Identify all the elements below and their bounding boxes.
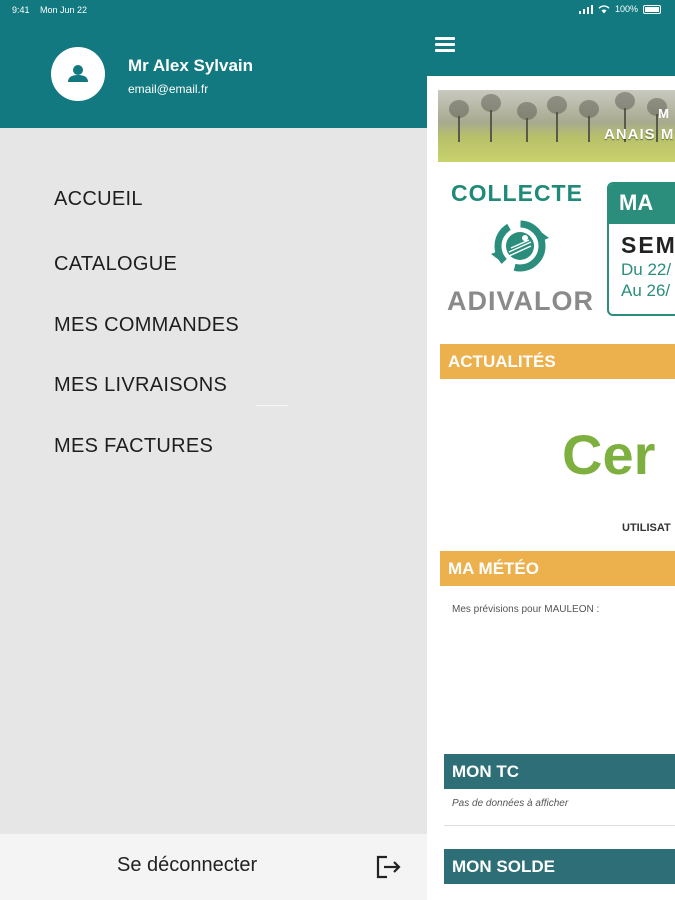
avatar[interactable]	[51, 47, 105, 101]
logout-icon[interactable]	[373, 852, 403, 882]
collecte-title: COLLECTE	[451, 180, 583, 206]
nav-item-mes-factures[interactable]: MES FACTURES	[54, 435, 213, 458]
nav-item-catalogue[interactable]: CATALOGUE	[54, 253, 177, 276]
nav-divider	[256, 405, 288, 406]
hamburger-menu-icon[interactable]	[432, 34, 458, 58]
nav-item-mes-livraisons[interactable]: MES LIVRAISONS	[54, 374, 227, 397]
battery-percent: 100%	[614, 4, 638, 14]
navigation-drawer: Mr Alex Sylvain email@email.fr ACCUEIL C…	[0, 0, 427, 900]
news-headline: Cer	[562, 423, 656, 486]
status-date: Mon Jun 22	[40, 5, 88, 15]
news-subtext: UTILISAT	[622, 522, 671, 534]
collecte-dates-box[interactable]: MA SEM Du 22/ Au 26/	[607, 182, 675, 316]
user-name: Mr Alex Sylvain	[128, 56, 254, 75]
drawer-footer: Se déconnecter	[0, 834, 427, 900]
banner-subtitle: M	[658, 106, 669, 121]
collecte-date-from: Du 22/	[621, 260, 672, 279]
news-card[interactable]: Cer UTILISAT	[440, 380, 675, 545]
status-indicators: 100%	[578, 4, 661, 14]
tc-empty-message: Pas de données à afficher	[452, 798, 569, 809]
promo-banner[interactable]: M ANAIS M	[438, 90, 675, 162]
nav-item-mes-commandes[interactable]: MES COMMANDES	[54, 314, 239, 337]
news-section-header: ACTUALITÉS	[440, 344, 675, 379]
nav-item-accueil[interactable]: ACCUEIL	[54, 188, 143, 211]
recycling-logo-icon	[491, 220, 549, 272]
logout-button[interactable]: Se déconnecter	[117, 854, 257, 877]
person-icon	[68, 65, 88, 82]
battery-icon	[643, 4, 661, 14]
balance-section-header: MON SOLDE	[444, 849, 675, 884]
dashboard-content: M ANAIS M COLLECTE ADIVALOR MA SEM Du 22…	[427, 76, 675, 900]
banner-title: ANAIS M	[604, 126, 675, 143]
wifi-icon	[598, 4, 610, 13]
collecte-date-to: Au 26/	[621, 281, 671, 300]
collecte-box-week: SEM	[621, 232, 675, 258]
status-time: 9:41	[12, 5, 30, 15]
user-email: email@email.fr	[128, 82, 209, 96]
tc-card: Pas de données à afficher	[444, 790, 675, 826]
signal-icon	[578, 4, 593, 14]
collecte-box-head: MA	[609, 184, 675, 224]
weather-forecast-label: Mes prévisions pour MAULEON :	[452, 604, 600, 615]
weather-card: Mes prévisions pour MAULEON :	[440, 604, 675, 732]
status-bar: 9:41 Mon Jun 22 100%	[0, 0, 675, 20]
tc-section-header: MON TC	[444, 754, 675, 789]
weather-section-header: MA MÉTÉO	[440, 551, 675, 586]
adivalor-brand: ADIVALOR	[447, 286, 594, 316]
